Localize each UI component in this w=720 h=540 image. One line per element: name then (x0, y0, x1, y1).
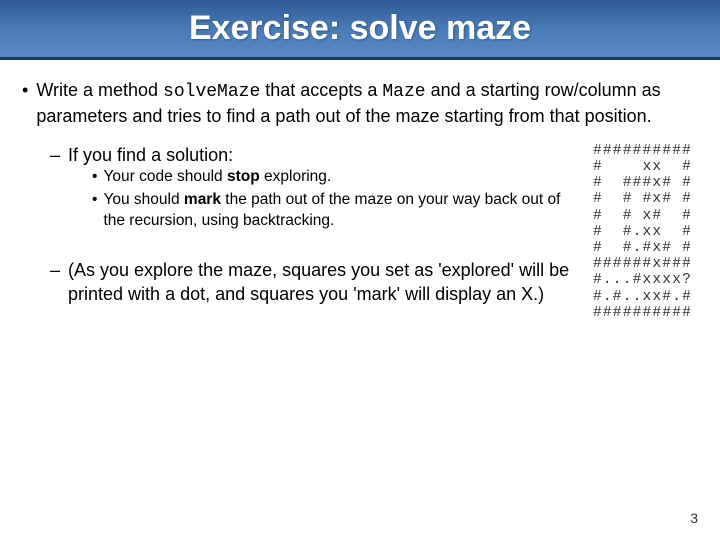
slide-title: Exercise: solve maze (189, 9, 531, 48)
subsub-mark-text: You should mark the path out of the maze… (103, 190, 585, 232)
bullet-icon: • (22, 78, 28, 102)
sub-item-solution-text: If you find a solution: (68, 143, 585, 167)
slide-content: • Write a method solveMaze that accepts … (0, 60, 720, 321)
bullet-main: • Write a method solveMaze that accepts … (22, 78, 692, 129)
left-column: – If you find a solution: • Your code sh… (22, 143, 593, 317)
bullet-icon: • (92, 167, 97, 188)
sub-list: – If you find a solution: • Your code sh… (22, 143, 585, 307)
code-solvemaze: solveMaze (163, 82, 260, 102)
bullet-icon: • (92, 190, 97, 211)
subsub-stop: • Your code should stop exploring. (92, 167, 585, 188)
sub-item-explain: – (As you explore the maze, squares you … (50, 258, 585, 307)
title-bar: Exercise: solve maze (0, 0, 720, 60)
subsub-stop-text: Your code should stop exploring. (103, 167, 331, 188)
two-column-area: – If you find a solution: • Your code sh… (22, 143, 692, 322)
subsub-list: • Your code should stop exploring. • You… (68, 167, 585, 232)
dash-icon: – (50, 258, 60, 282)
sub-item-solution-wrap: If you find a solution: • Your code shou… (68, 143, 585, 234)
right-column: ########## # xx # # ###x# # # # #x# # # … (593, 143, 692, 322)
code-maze: Maze (382, 82, 425, 102)
sub-item-explain-text: (As you explore the maze, squares you se… (68, 258, 585, 307)
dash-icon: – (50, 143, 60, 167)
page-number: 3 (690, 510, 698, 526)
subsub-mark: • You should mark the path out of the ma… (92, 190, 585, 232)
sub-item-solution: – If you find a solution: • Your code sh… (50, 143, 585, 234)
bullet-main-text: Write a method solveMaze that accepts a … (36, 78, 692, 129)
maze-ascii: ########## # xx # # ###x# # # # #x# # # … (593, 143, 692, 322)
